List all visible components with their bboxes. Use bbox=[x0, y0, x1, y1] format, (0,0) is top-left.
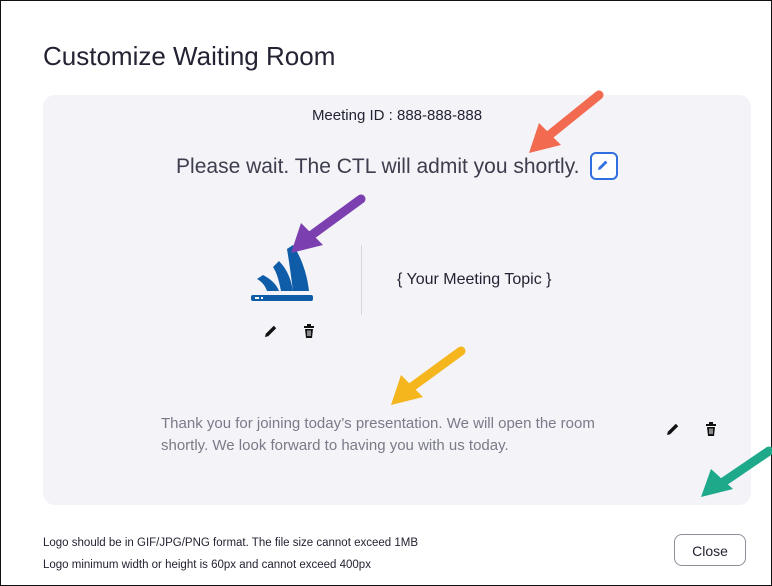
trash-icon[interactable] bbox=[301, 323, 317, 339]
waiting-room-preview: Meeting ID : 888-888-888 Please wait. Th… bbox=[43, 95, 751, 505]
wait-message: Please wait. The CTL will admit you shor… bbox=[176, 155, 580, 178]
logo-format-note: Logo should be in GIF/JPG/PNG format. Th… bbox=[43, 537, 419, 549]
annotation-arrow-yellow bbox=[391, 346, 466, 405]
logo-size-note: Logo minimum width or height is 60px and… bbox=[43, 559, 371, 571]
trash-icon[interactable] bbox=[703, 421, 719, 437]
description-text: Thank you for joining today’s presentati… bbox=[161, 415, 595, 454]
pencil-icon[interactable] bbox=[263, 323, 279, 339]
pencil-icon[interactable] bbox=[665, 421, 681, 437]
dialog-title: Customize Waiting Room bbox=[43, 41, 336, 71]
close-button[interactable]: Close bbox=[674, 534, 746, 566]
wait-message-row: Please wait. The CTL will admit you shor… bbox=[43, 152, 751, 181]
annotation-arrow-teal bbox=[701, 446, 772, 497]
meeting-topic: { Your Meeting Topic } bbox=[397, 271, 552, 288]
customize-waiting-room-dialog: Customize Waiting Room Meeting ID : 888-… bbox=[0, 0, 772, 586]
annotation-arrow-purple bbox=[291, 194, 366, 253]
annotation-arrow-red bbox=[529, 90, 604, 153]
meeting-id: Meeting ID : 888-888-888 bbox=[311, 107, 483, 124]
